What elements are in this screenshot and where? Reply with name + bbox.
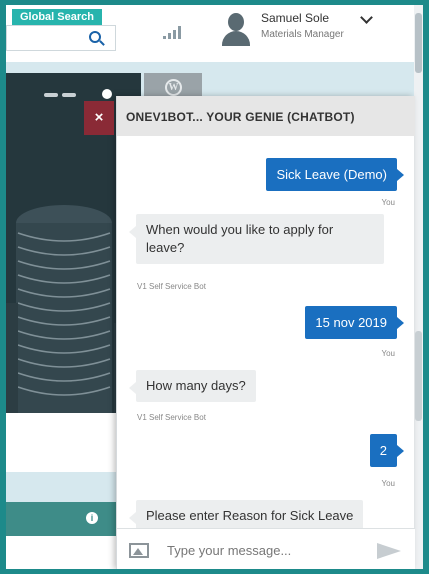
chatbot-header: ONEV1BOT... YOUR GENIE (CHATBOT) [117, 96, 415, 136]
bot-message: When would you like to apply for leave? [129, 214, 384, 264]
message-input[interactable] [167, 539, 367, 561]
chat-messages[interactable]: Sick Leave (Demo) You When would you lik… [117, 136, 415, 528]
bot-message: How many days? [129, 370, 256, 402]
send-icon[interactable] [377, 543, 401, 559]
chatbot-title: ONEV1BOT... YOUR GENIE (CHATBOT) [126, 110, 355, 124]
user-name: Samuel Sole [261, 11, 330, 25]
teal-footer-band: i [6, 502, 118, 536]
search-icon[interactable] [89, 31, 101, 43]
wordpress-icon: W [165, 79, 182, 96]
page-scrollbar[interactable] [414, 5, 423, 569]
info-icon[interactable]: i [86, 512, 98, 524]
signal-bars-icon [163, 23, 185, 39]
background-band-lower [6, 472, 118, 502]
message-sender: You [381, 349, 396, 358]
carousel-dots[interactable] [44, 93, 104, 99]
avatar-body-icon [222, 31, 250, 46]
avatar-head-icon [228, 13, 244, 31]
user-message: 15 nov 2019 [305, 306, 404, 339]
avatar[interactable] [219, 12, 253, 46]
user-role: Materials Manager [261, 29, 344, 40]
message-composer [117, 528, 415, 569]
image-upload-icon[interactable] [129, 543, 149, 558]
chatbot-panel: ONEV1BOT... YOUR GENIE (CHATBOT) Sick Le… [116, 96, 422, 569]
bot-message: Please enter Reason for Sick Leave [128, 500, 364, 528]
global-search-label: Global Search [12, 9, 102, 25]
info-icon[interactable] [102, 89, 112, 99]
user-message: Sick Leave (Demo) [266, 158, 404, 191]
chat-scrollbar[interactable] [415, 331, 422, 421]
user-message: 2 [369, 434, 405, 467]
chevron-down-icon[interactable] [360, 11, 373, 24]
message-sender: You [381, 479, 396, 488]
message-sender: V1 Self Service Bot [137, 282, 206, 291]
message-sender: You [381, 198, 396, 207]
app-window: Global Search Samuel Sole Materials Mana… [6, 5, 423, 569]
page-scrollbar-thumb[interactable] [415, 13, 422, 73]
message-sender: V1 Self Service Bot [137, 413, 206, 422]
close-chat-button[interactable]: × [84, 101, 114, 135]
top-header: Global Search Samuel Sole Materials Mana… [6, 5, 423, 57]
global-search-input[interactable] [6, 25, 116, 51]
